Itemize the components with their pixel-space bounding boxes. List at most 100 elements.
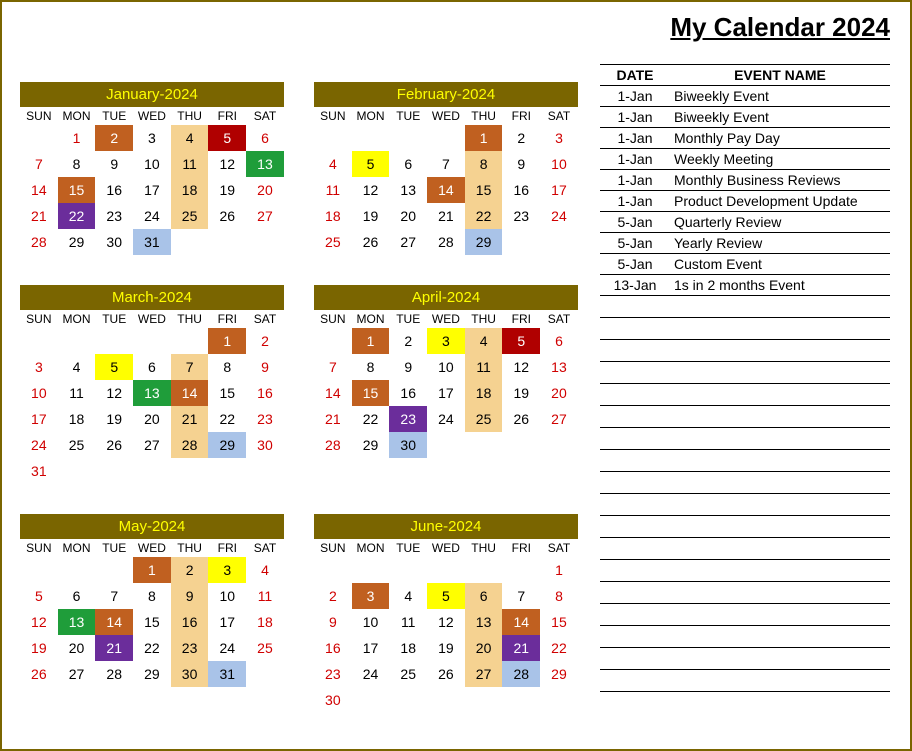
- day-cell: 29: [208, 432, 246, 458]
- event-row: 5-JanCustom Event: [600, 254, 890, 275]
- event-date: 1-Jan: [600, 170, 670, 190]
- day-cell: [58, 328, 96, 354]
- day-cell: [171, 229, 209, 255]
- day-cell: 16: [314, 635, 352, 661]
- dow-label: SUN: [20, 539, 58, 557]
- day-cell: 27: [133, 432, 171, 458]
- day-cell: 24: [20, 432, 58, 458]
- event-blank-row: [600, 516, 890, 538]
- day-cell: 3: [208, 557, 246, 583]
- day-cell: 25: [389, 661, 427, 687]
- dow-label: SUN: [20, 107, 58, 125]
- day-cell: 19: [20, 635, 58, 661]
- event-name: Monthly Business Reviews: [670, 170, 890, 190]
- day-cell: [208, 229, 246, 255]
- dow-label: SUN: [314, 107, 352, 125]
- month-header: June-2024: [314, 514, 578, 539]
- event-blank-row: [600, 582, 890, 604]
- month-block: May-2024SUNMONTUEWEDTHUFRISAT12345678910…: [20, 514, 284, 713]
- day-cell: 2: [314, 583, 352, 609]
- day-cell: 10: [540, 151, 578, 177]
- day-cell: 30: [95, 229, 133, 255]
- day-cell: 23: [389, 406, 427, 432]
- dow-label: TUE: [389, 310, 427, 328]
- day-cell: 25: [246, 635, 284, 661]
- events-blank-lines: [600, 296, 890, 692]
- day-cell: 25: [465, 406, 503, 432]
- day-cell: [427, 557, 465, 583]
- day-cell: [540, 432, 578, 458]
- month-header: May-2024: [20, 514, 284, 539]
- events-panel: DATE EVENT NAME 1-JanBiweekly Event1-Jan…: [600, 64, 890, 692]
- day-cell: 25: [58, 432, 96, 458]
- day-cell: 12: [502, 354, 540, 380]
- day-cell: 28: [502, 661, 540, 687]
- day-cell: 20: [58, 635, 96, 661]
- day-cell: 2: [95, 125, 133, 151]
- day-cell: 6: [246, 125, 284, 151]
- day-cell: 11: [171, 151, 209, 177]
- day-cell: 17: [352, 635, 390, 661]
- day-cell: 15: [540, 609, 578, 635]
- day-cell: [502, 432, 540, 458]
- event-blank-row: [600, 406, 890, 428]
- day-cell: 18: [58, 406, 96, 432]
- day-cell: 2: [502, 125, 540, 151]
- event-name: Monthly Pay Day: [670, 128, 890, 148]
- day-cell: [427, 687, 465, 713]
- day-cell: 7: [314, 354, 352, 380]
- day-cell: [352, 125, 390, 151]
- day-cell: 21: [314, 406, 352, 432]
- event-date: 5-Jan: [600, 233, 670, 253]
- event-row: 1-JanMonthly Business Reviews: [600, 170, 890, 191]
- day-cell: 18: [171, 177, 209, 203]
- day-cell: [58, 557, 96, 583]
- day-cell: 23: [314, 661, 352, 687]
- day-cell: 27: [246, 203, 284, 229]
- event-row: 1-JanBiweekly Event: [600, 86, 890, 107]
- day-cell: 18: [389, 635, 427, 661]
- dow-label: SAT: [246, 107, 284, 125]
- event-name: Yearly Review: [670, 233, 890, 253]
- day-cell: 7: [171, 354, 209, 380]
- day-cell: 8: [133, 583, 171, 609]
- day-cell: 26: [352, 229, 390, 255]
- day-cell: 18: [465, 380, 503, 406]
- day-cell: 1: [58, 125, 96, 151]
- day-cell: 11: [58, 380, 96, 406]
- dow-label: MON: [352, 310, 390, 328]
- day-cell: 20: [133, 406, 171, 432]
- event-date: 1-Jan: [600, 149, 670, 169]
- day-cell: 3: [133, 125, 171, 151]
- day-cell: 17: [133, 177, 171, 203]
- day-cell: [314, 125, 352, 151]
- day-cell: 5: [352, 151, 390, 177]
- day-cell: 22: [352, 406, 390, 432]
- event-row: 5-JanYearly Review: [600, 233, 890, 254]
- dow-label: FRI: [208, 310, 246, 328]
- day-cell: 18: [246, 609, 284, 635]
- event-name: Custom Event: [670, 254, 890, 274]
- dow-label: SUN: [314, 539, 352, 557]
- day-cell: 22: [208, 406, 246, 432]
- day-cell: 26: [208, 203, 246, 229]
- day-cell: [95, 557, 133, 583]
- event-blank-row: [600, 670, 890, 692]
- dow-label: SAT: [246, 310, 284, 328]
- day-cell: 9: [171, 583, 209, 609]
- day-cell: [314, 557, 352, 583]
- day-cell: 25: [314, 229, 352, 255]
- event-date: 5-Jan: [600, 212, 670, 232]
- day-cell: 16: [95, 177, 133, 203]
- day-cell: 9: [246, 354, 284, 380]
- day-cell: 16: [246, 380, 284, 406]
- dow-label: THU: [171, 539, 209, 557]
- events-header-name: EVENT NAME: [670, 65, 890, 85]
- day-cell: [314, 328, 352, 354]
- day-cell: 6: [58, 583, 96, 609]
- day-cell: [133, 328, 171, 354]
- event-name: Weekly Meeting: [670, 149, 890, 169]
- event-blank-row: [600, 362, 890, 384]
- event-blank-row: [600, 318, 890, 340]
- day-cell: 21: [171, 406, 209, 432]
